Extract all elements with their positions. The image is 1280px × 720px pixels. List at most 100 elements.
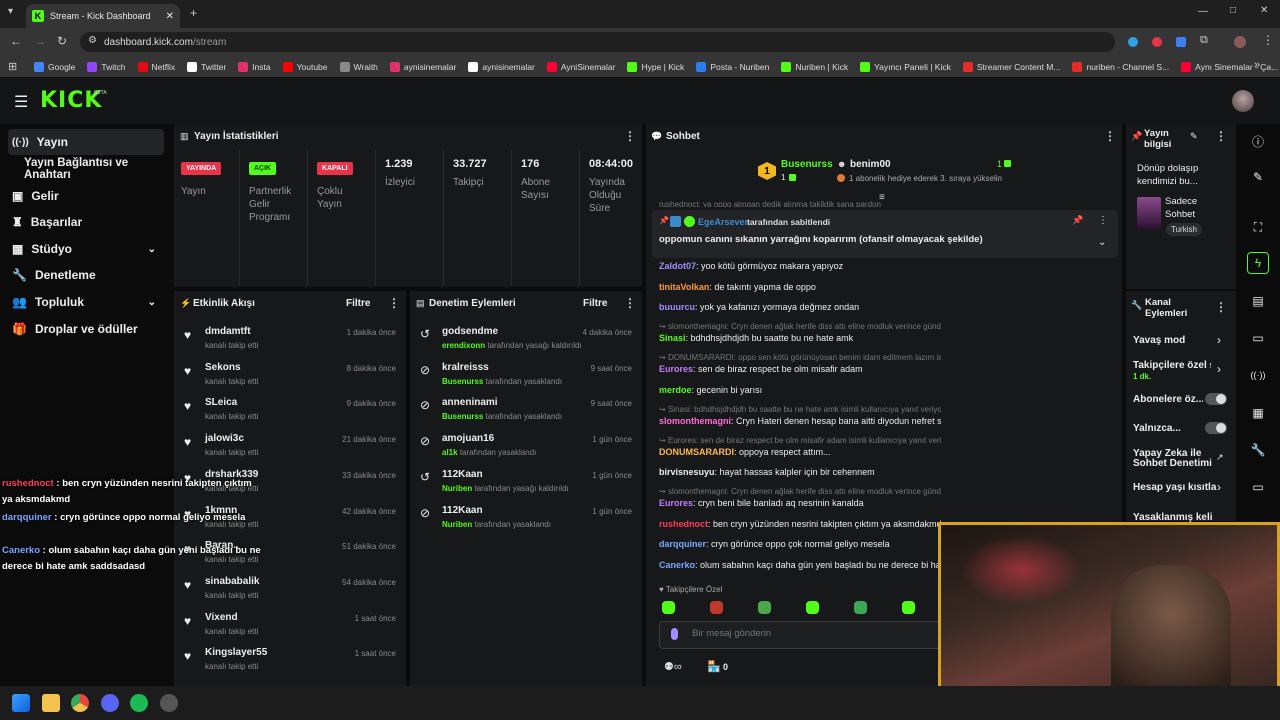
chat-input-box[interactable] [659, 621, 949, 649]
browser-tab[interactable]: K Stream - Kick Dashboard ✕ [26, 4, 180, 28]
activity-user[interactable]: SLeica [205, 397, 237, 408]
chat-username[interactable]: buuurcu [659, 302, 695, 312]
spotify-icon[interactable] [130, 694, 148, 712]
sidebar-item-stream[interactable]: ((·)) Yayın [8, 129, 164, 155]
moderation-row[interactable]: ⊘ amojuan16 al1k tarafından yasaklandı 1 gü… [418, 433, 638, 469]
chat-message[interactable]: buuurcu: yok ya kafanızı yormaya değmez … [659, 302, 941, 312]
chat-message[interactable]: birvisnesuyu: hayat hassas kalpler için … [659, 467, 941, 477]
chevron-right-icon[interactable]: › [1217, 333, 1221, 347]
slow-mode-label[interactable]: Yavaş mod [1133, 335, 1185, 346]
gift-user-1[interactable]: Busenurss [781, 159, 833, 170]
chat-message[interactable]: DONUMSARARDI: oppoya respect attım... [659, 447, 941, 457]
window-close-icon[interactable]: ✕ [1260, 5, 1268, 16]
chat-username[interactable]: birvisnesuyu [659, 467, 715, 477]
moderator-name[interactable]: Busenurss [442, 412, 483, 421]
info-icon[interactable]: ⓘ [1247, 130, 1269, 152]
chat-username[interactable]: Zaldot07 [659, 261, 696, 271]
bookmark-item[interactable]: Nuriben | Kick [781, 61, 848, 72]
chevron-right-icon[interactable]: › [1217, 362, 1221, 376]
activity-filter-button[interactable]: Filtre [346, 298, 370, 309]
chat-menu-icon[interactable]: ⋮ [1104, 129, 1116, 143]
extension-icon[interactable] [1128, 37, 1138, 47]
chat-message[interactable]: merdoe: gecenin bi yarısı [659, 385, 941, 395]
chat-message-input[interactable] [692, 628, 932, 639]
bookmark-item[interactable]: AyniSinemalar [546, 61, 615, 72]
collapse-icon[interactable]: ▭ [1247, 476, 1269, 498]
sidebar-item-community[interactable]: 👥 Topluluk ⌄ [8, 289, 164, 315]
moderated-user[interactable]: 112Kaan [442, 505, 483, 516]
activity-row[interactable]: ♥ dmdamtft kanalı takip etti 1 dakika önce [182, 326, 402, 362]
tab-close-icon[interactable]: ✕ [166, 11, 174, 22]
subs-only-label[interactable]: Abonelere öz... [1133, 394, 1203, 405]
moderation-filter-button[interactable]: Filtre [583, 298, 607, 309]
chat-message[interactable]: tinitaVolkan: de takıntı yapma de oppo [659, 282, 941, 292]
bookmark-item[interactable]: aynisinemalar [389, 61, 456, 72]
activity-row[interactable]: ♥ Vixend kanalı takip etti 1 saat önce [182, 612, 402, 648]
bookmark-item[interactable]: Wraith [339, 61, 378, 72]
emote-icon[interactable] [806, 601, 819, 614]
new-tab-icon[interactable]: + [190, 6, 197, 20]
emote-icon[interactable] [902, 601, 915, 614]
activity-user[interactable]: sinababalik [205, 576, 259, 587]
activity-row[interactable]: ♥ Sekons kanalı takip etti 8 dakika önce [182, 362, 402, 398]
activity-row[interactable]: ♥ SLeica kanalı takip etti 9 dakika önce [182, 397, 402, 433]
moderation-row[interactable]: ⊘ 112Kaan Nuriben tarafından yasaklandı 1 g… [418, 505, 638, 541]
moderation-row[interactable]: ↺ 112Kaan Nuriben tarafından yasağı kaldır… [418, 469, 638, 505]
back-icon[interactable]: ← [10, 34, 22, 48]
moderation-row[interactable]: ⊘ kralreisss Busenurss tarafından yasaklan… [418, 362, 638, 398]
quick-action-icon[interactable]: ϟ [1247, 252, 1269, 274]
browser-menu-icon[interactable]: ⋮ [1262, 33, 1274, 47]
chat-message[interactable]: rushednoct: ben cryn yüzünden nesrini ta… [659, 519, 941, 529]
chat-username[interactable]: DONUMSARARDI [659, 447, 734, 457]
emotes-only-label[interactable]: Yalnızca... [1133, 423, 1181, 434]
extension-icon[interactable] [1176, 37, 1186, 47]
pinned-by-user[interactable]: EgeArseven [698, 217, 750, 227]
bookmark-item[interactable]: Streamer Content M... [962, 61, 1060, 72]
extension-icon[interactable] [1152, 37, 1162, 47]
app-icon[interactable] [160, 694, 178, 712]
bookmark-item[interactable]: Twitter [187, 61, 226, 72]
pinned-menu-icon[interactable]: ⋮ [1098, 215, 1108, 226]
maximize-icon[interactable]: □ [1230, 5, 1236, 16]
chrome-icon[interactable] [71, 694, 89, 712]
activity-user[interactable]: Kingslayer55 [205, 647, 267, 658]
bookmark-item[interactable]: Youtube [282, 61, 328, 72]
apps-grid-icon[interactable]: ⊞ [8, 60, 17, 73]
emote-icon[interactable] [758, 601, 771, 614]
activity-user[interactable]: jalowi3c [205, 433, 244, 444]
emote-icon[interactable] [710, 601, 723, 614]
activity-user[interactable]: Sekons [205, 362, 241, 373]
moderated-user[interactable]: 112Kaan [442, 469, 483, 480]
moderated-user[interactable]: amojuan16 [442, 433, 494, 444]
site-info-icon[interactable]: ⚙ [88, 35, 97, 46]
activity-user[interactable]: Vixend [205, 612, 238, 623]
unpin-icon[interactable]: 📌 [1072, 215, 1083, 226]
discord-icon[interactable] [101, 694, 119, 712]
sidebar-item-achievements[interactable]: ♜ Başarılar [8, 209, 164, 235]
moderator-name[interactable]: al1k [442, 448, 458, 457]
moderator-name[interactable]: Busenurss [442, 377, 483, 386]
broadcast-icon[interactable]: ((·)) [1247, 364, 1269, 386]
chat-message[interactable]: slomonthemagni: Cryn Hateri denen hesap … [659, 416, 941, 426]
moderated-user[interactable]: anneninami [442, 397, 498, 408]
bookmark-item[interactable]: Twitch [87, 61, 126, 72]
gift-user-2[interactable]: benim00 [850, 159, 891, 170]
chat-message[interactable]: Eurores: cryn beni bile banladı aq nesri… [659, 498, 941, 508]
chat-username[interactable]: merdoe [659, 385, 692, 395]
store-icon[interactable]: 🏪 [707, 660, 721, 673]
bookmark-item[interactable]: Insta [238, 61, 271, 72]
chat-username[interactable]: slomonthemagni [659, 416, 731, 426]
channel-actions-menu-icon[interactable]: ⋮ [1215, 300, 1227, 314]
moderated-user[interactable]: kralreisss [442, 362, 489, 373]
bookmark-item[interactable]: aynisinemalar [468, 61, 535, 72]
moderation-menu-icon[interactable]: ⋮ [624, 296, 636, 310]
wrench-icon[interactable]: 🔧 [1247, 439, 1269, 461]
expand-chevron-icon[interactable]: ⌄ [1098, 237, 1106, 248]
chat-message[interactable]: Canerko: olum sabahın kaçı daha gün yeni… [659, 560, 941, 570]
moderation-row[interactable]: ⊘ anneninami Busenurss tarafından yasaklan… [418, 397, 638, 433]
sidebar-item-moderation[interactable]: 🔧 Denetleme [8, 262, 164, 288]
activity-row[interactable]: ♥ jalowi3c kanalı takip etti 21 dakika önce [182, 433, 402, 469]
sidebar-item-revenue[interactable]: ▣ Gelir [8, 183, 164, 209]
user-avatar[interactable] [1232, 90, 1254, 112]
bookmark-item[interactable]: Yayıncı Paneli | Kick [860, 61, 951, 72]
